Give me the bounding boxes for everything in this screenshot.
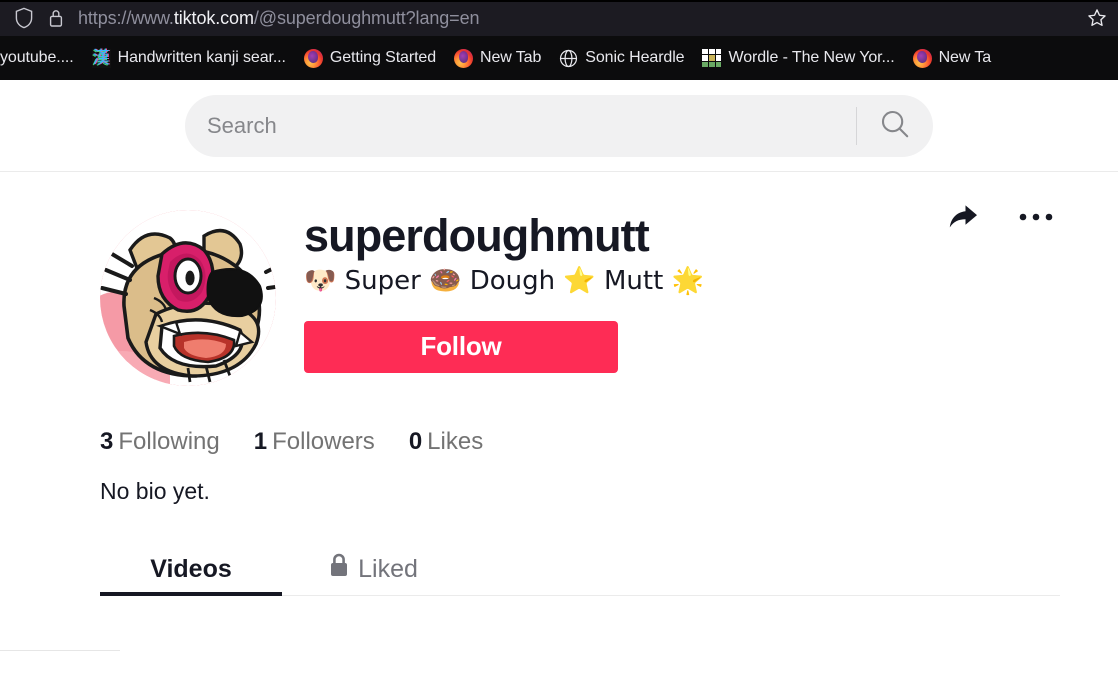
tab-liked[interactable]: Liked [282,543,464,595]
tab-label: Liked [358,554,418,583]
profile-display-name: 🐶 Super 🍩 Dough ⭐ Mutt 🌟 [304,266,704,297]
bookmark-item-new-tab-2[interactable]: New Ta [904,43,1000,73]
profile-stats: 3 Following 1 Followers 0 Likes [100,428,1118,456]
stat-label: Following [118,428,220,455]
bookmark-label: Sonic Heardle [585,49,685,66]
search-bar[interactable] [185,94,933,157]
url-host: tiktok.com [173,7,254,28]
search-input[interactable] [185,112,856,139]
wordle-favicon-icon [702,48,722,68]
stat-label: Likes [427,428,484,455]
more-options-icon [1016,198,1056,239]
stat-count: 0 [408,428,423,455]
avatar[interactable] [100,210,276,386]
firefox-favicon-icon [303,48,323,68]
profile-actions [940,194,1060,243]
firefox-favicon-icon [912,48,932,68]
url-text[interactable]: https://www.tiktok.com/@superdoughmutt?l… [78,8,1078,29]
search-icon [878,107,912,144]
firefox-favicon-icon [454,48,474,68]
bookmark-label: New Tab [480,49,542,66]
bookmarks-bar: youtube.... 漢 Handwritten kanji sear... … [0,36,1118,80]
bookmark-star-icon[interactable] [1086,7,1108,29]
bookmark-item-wordle[interactable]: Wordle - The New Yor... [693,43,903,73]
bookmark-item-sonic-heardle[interactable]: Sonic Heardle [550,43,693,73]
lock-icon [328,553,350,585]
bookmark-label: New Ta [938,49,992,66]
bookmark-label: Wordle - The New Yor... [728,49,895,66]
site-lock-icon[interactable] [48,8,64,28]
search-submit-button[interactable] [857,95,933,157]
url-path: /@superdoughmutt?lang=en [253,7,480,28]
tiktok-page: superdoughmutt 🐶 Super 🍩 Dough ⭐ Mutt 🌟 … [0,80,1118,651]
bookmark-item-getting-started[interactable]: Getting Started [295,43,445,73]
share-arrow-icon [944,198,982,239]
share-button[interactable] [940,194,986,243]
stat-likes[interactable]: 0 Likes [409,428,483,456]
profile-section: superdoughmutt 🐶 Super 🍩 Dough ⭐ Mutt 🌟 … [0,172,1118,596]
bookmark-label: Handwritten kanji sear... [117,49,286,66]
tracking-protection-shield-icon[interactable] [14,7,34,29]
tab-label: Videos [150,554,232,583]
bookmark-item-new-tab[interactable]: New Tab [445,43,550,73]
profile-tabs: Videos Liked [100,543,1060,596]
bottom-divider [0,650,120,651]
stat-followers[interactable]: 1 Followers [254,428,375,456]
bookmark-item-handwritten-kanji[interactable]: 漢 Handwritten kanji sear... [83,43,295,73]
bookmark-label: Getting Started [329,49,437,66]
browser-chrome: https://www.tiktok.com/@superdoughmutt?l… [0,0,1118,80]
url-prefix: https://www. [78,7,174,28]
globe-favicon-icon [559,49,578,68]
url-bar[interactable]: https://www.tiktok.com/@superdoughmutt?l… [0,0,1118,36]
stat-label: Followers [272,428,375,455]
stat-count: 3 [100,428,114,455]
follow-button[interactable]: Follow [304,320,618,373]
stat-count: 1 [253,428,268,455]
site-header [0,80,1118,172]
more-options-button[interactable] [1012,194,1060,243]
kanji-favicon-icon: 漢 [91,47,111,68]
bookmark-item-youtube[interactable]: youtube.... [0,43,83,73]
tab-videos[interactable]: Videos [100,543,282,596]
stat-following[interactable]: 3 Following [100,428,220,456]
profile-bio: No bio yet. [100,478,210,504]
avatar-image [100,210,276,386]
bookmark-label: youtube.... [0,49,74,66]
